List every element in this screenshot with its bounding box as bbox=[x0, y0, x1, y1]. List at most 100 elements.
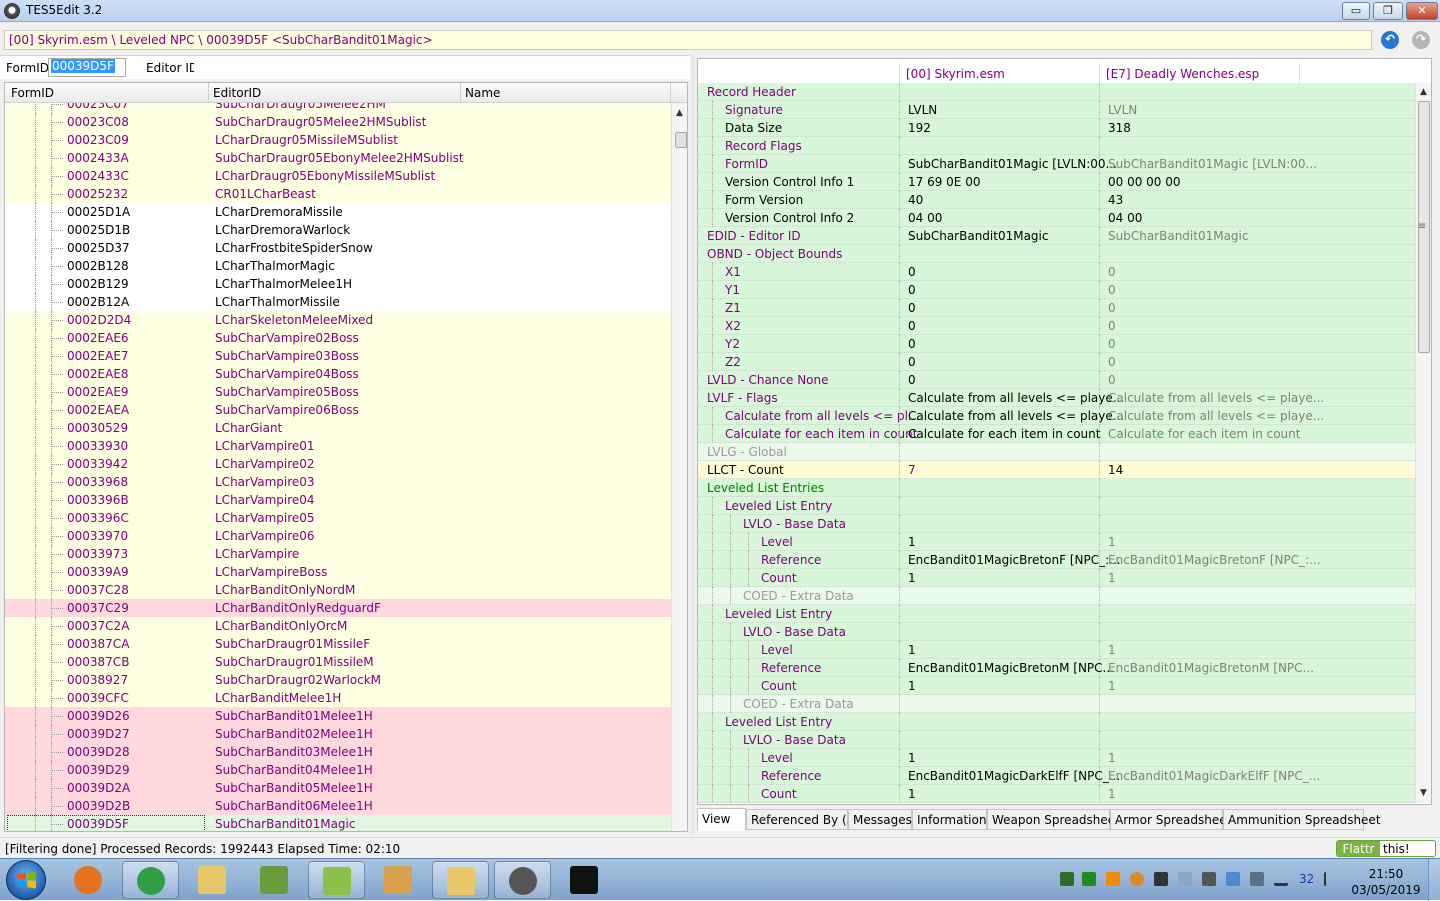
list-item[interactable]: 00039D28 SubCharBandit03Melee1H bbox=[5, 743, 671, 761]
tab-ammunition-spreadsheet[interactable]: Ammunition Spreadsheet bbox=[1223, 809, 1381, 830]
record-field-row[interactable]: LVLO - Base Data bbox=[698, 623, 1415, 641]
flattr-button[interactable]: Flattr this! bbox=[1336, 840, 1436, 857]
deadly-wenches-value[interactable]: 0 bbox=[1108, 319, 1116, 333]
list-item[interactable]: 00039D2B SubCharBandit06Melee1H bbox=[5, 797, 671, 815]
device-icon[interactable] bbox=[1154, 872, 1168, 886]
skyrim-esm-value[interactable]: 0 bbox=[908, 283, 916, 297]
record-field-row[interactable]: Leveled List Entry bbox=[698, 497, 1415, 515]
deadly-wenches-value[interactable]: 00 00 00 00 bbox=[1108, 175, 1181, 189]
skyrim-esm-value[interactable]: 1 bbox=[908, 751, 916, 765]
skyrim-esm-value[interactable]: 7 bbox=[908, 463, 916, 477]
deadly-wenches-value[interactable]: 1 bbox=[1108, 535, 1116, 549]
pen-icon[interactable] bbox=[1178, 872, 1192, 886]
list-item[interactable]: 00037C29 LCharBanditOnlyRedguardF bbox=[5, 599, 671, 617]
deadly-wenches-value[interactable]: SubCharBandit01Magic bbox=[1108, 229, 1248, 243]
skyrim-esm-value[interactable]: 0 bbox=[908, 265, 916, 279]
taskbar-cmd-button[interactable] bbox=[556, 861, 613, 899]
record-field-row[interactable]: Record Header bbox=[698, 83, 1415, 101]
list-item[interactable]: 0003396B LCharVampire04 bbox=[5, 491, 671, 509]
app-tray-icon[interactable] bbox=[1082, 872, 1096, 886]
list-item[interactable]: 00023C08 SubCharDraugr05Melee2HMSublist bbox=[5, 113, 671, 131]
deadly-wenches-value[interactable]: EncBandit01MagicBretonM [NPC... bbox=[1108, 661, 1314, 675]
record-field-row[interactable]: Level 1 1 bbox=[698, 641, 1415, 659]
close-button[interactable]: ✕ bbox=[1406, 2, 1438, 20]
column-separator[interactable] bbox=[899, 63, 900, 85]
skyrim-esm-value[interactable]: LVLN bbox=[908, 103, 937, 117]
list-item[interactable]: 00039D26 SubCharBandit01Melee1H bbox=[5, 707, 671, 725]
scroll-down-icon[interactable]: ▼ bbox=[1420, 788, 1427, 798]
list-item[interactable]: 00030529 LCharGiant bbox=[5, 419, 671, 437]
record-field-row[interactable]: LVLO - Base Data bbox=[698, 515, 1415, 533]
skyrim-esm-value[interactable]: 04 00 bbox=[908, 211, 942, 225]
forward-icon[interactable]: ↷ bbox=[1412, 31, 1430, 49]
signal-icon[interactable] bbox=[1274, 872, 1288, 886]
taskbar-explorer-button[interactable] bbox=[184, 861, 241, 899]
record-field-row[interactable]: Record Flags bbox=[698, 137, 1415, 155]
list-item[interactable]: 00023C07 SubCharDraugr05Melee2HM bbox=[5, 103, 671, 113]
list-item[interactable]: 00039CFC LCharBanditMelee1H bbox=[5, 689, 671, 707]
record-field-row[interactable]: Level 1 1 bbox=[698, 533, 1415, 551]
deadly-wenches-value[interactable]: 0 bbox=[1108, 301, 1116, 315]
record-field-row[interactable]: Data Size 192 318 bbox=[698, 119, 1415, 137]
record-field-row[interactable]: Z1 0 0 bbox=[698, 299, 1415, 317]
record-field-row[interactable]: COED - Extra Data bbox=[698, 587, 1415, 605]
deadly-wenches-value[interactable]: 1 bbox=[1108, 787, 1116, 801]
record-path-bar[interactable]: [00] Skyrim.esm \ Leveled NPC \ 00039D5F… bbox=[4, 30, 1372, 50]
deadly-wenches-value[interactable]: 0 bbox=[1108, 373, 1116, 387]
deadly-wenches-value[interactable]: Calculate for each item in count bbox=[1108, 427, 1300, 441]
deadly-wenches-value[interactable]: 0 bbox=[1108, 283, 1116, 297]
record-field-row[interactable]: Count 1 1 bbox=[698, 785, 1415, 803]
deadly-wenches-value[interactable]: LVLN bbox=[1108, 103, 1137, 117]
list-item[interactable]: 000387CA SubCharDraugr01MissileF bbox=[5, 635, 671, 653]
record-field-row[interactable]: OBND - Object Bounds bbox=[698, 245, 1415, 263]
skyrim-esm-value[interactable]: 40 bbox=[908, 193, 923, 207]
record-field-row[interactable]: Count 1 1 bbox=[698, 677, 1415, 695]
list-item[interactable]: 00033930 LCharVampire01 bbox=[5, 437, 671, 455]
list-item[interactable]: 00025D1A LCharDremoraMissile bbox=[5, 203, 671, 221]
record-field-row[interactable]: X2 0 0 bbox=[698, 317, 1415, 335]
list-item[interactable]: 00033973 LCharVampire bbox=[5, 545, 671, 563]
record-field-row[interactable]: Version Control Info 2 04 00 04 00 bbox=[698, 209, 1415, 227]
scroll-up-icon[interactable]: ▲ bbox=[1420, 87, 1427, 97]
list-item[interactable]: 0003396C LCharVampire05 bbox=[5, 509, 671, 527]
skyrim-esm-value[interactable]: SubCharBandit01Magic [LVLN:00... bbox=[908, 157, 1117, 171]
record-field-row[interactable]: Leveled List Entry bbox=[698, 713, 1415, 731]
record-field-row[interactable]: Reference EncBandit01MagicDarkElfF [NPC_.… bbox=[698, 767, 1415, 785]
editorid-input[interactable] bbox=[194, 58, 688, 77]
deadly-wenches-value[interactable]: EncBandit01MagicDarkElfF [NPC_... bbox=[1108, 769, 1320, 783]
column-separator[interactable] bbox=[1299, 63, 1300, 85]
deadly-wenches-value[interactable]: 43 bbox=[1108, 193, 1123, 207]
deadly-wenches-value[interactable]: 1 bbox=[1108, 643, 1116, 657]
record-field-row[interactable]: Reference EncBandit01MagicBretonF [NPC_:.… bbox=[698, 551, 1415, 569]
deadly-wenches-value[interactable]: EncBandit01MagicBretonF [NPC_:... bbox=[1108, 553, 1321, 567]
skyrim-esm-value[interactable]: EncBandit01MagicDarkElfF [NPC_... bbox=[908, 769, 1120, 783]
record-field-row[interactable]: LVLD - Chance None 0 0 bbox=[698, 371, 1415, 389]
record-field-row[interactable]: LVLF - Flags Calculate from all levels <=… bbox=[698, 389, 1415, 407]
list-item[interactable]: 0002B129 LCharThalmorMelee1H bbox=[5, 275, 671, 293]
tab-referenced-by-3[interactable]: Referenced By (3) bbox=[746, 809, 859, 830]
skyrim-esm-value[interactable]: Calculate from all levels <= playe... bbox=[908, 409, 1124, 423]
list-item[interactable]: 00033968 LCharVampire03 bbox=[5, 473, 671, 491]
scrollbar-thumb[interactable] bbox=[675, 132, 687, 148]
avast-icon[interactable] bbox=[1106, 872, 1120, 886]
formid-input[interactable]: 00039D5F bbox=[48, 58, 126, 77]
deadly-wenches-value[interactable]: 14 bbox=[1108, 463, 1123, 477]
list-item[interactable]: 0002B12A LCharThalmorMissile bbox=[5, 293, 671, 311]
skyrim-esm-value[interactable]: Calculate for each item in count bbox=[908, 427, 1100, 441]
list-item[interactable]: 0002EAEA SubCharVampire06Boss bbox=[5, 401, 671, 419]
column-header-formid[interactable]: FormID bbox=[11, 86, 54, 100]
skyrim-esm-value[interactable]: 1 bbox=[908, 679, 916, 693]
skyrim-esm-value[interactable]: 0 bbox=[908, 373, 916, 387]
record-field-row[interactable]: Calculate for each item in count Calculat… bbox=[698, 425, 1415, 443]
skyrim-esm-value[interactable]: EncBandit01MagicBretonM [NPC... bbox=[908, 661, 1114, 675]
speaker-icon[interactable] bbox=[1250, 872, 1264, 886]
record-field-row[interactable]: Signature LVLN LVLN bbox=[698, 101, 1415, 119]
maximize-button[interactable]: ❐ bbox=[1373, 2, 1403, 20]
skyrim-esm-value[interactable]: EncBandit01MagicBretonF [NPC_:... bbox=[908, 553, 1121, 567]
record-field-row[interactable]: Level 1 1 bbox=[698, 749, 1415, 767]
deadly-wenches-value[interactable]: Calculate from all levels <= playe... bbox=[1108, 391, 1324, 405]
skyrim-esm-value[interactable]: 0 bbox=[908, 355, 916, 369]
list-item[interactable]: 00039D2A SubCharBandit05Melee1H bbox=[5, 779, 671, 797]
deadly-wenches-value[interactable]: 318 bbox=[1108, 121, 1131, 135]
deadly-wenches-value[interactable]: 04 00 bbox=[1108, 211, 1142, 225]
